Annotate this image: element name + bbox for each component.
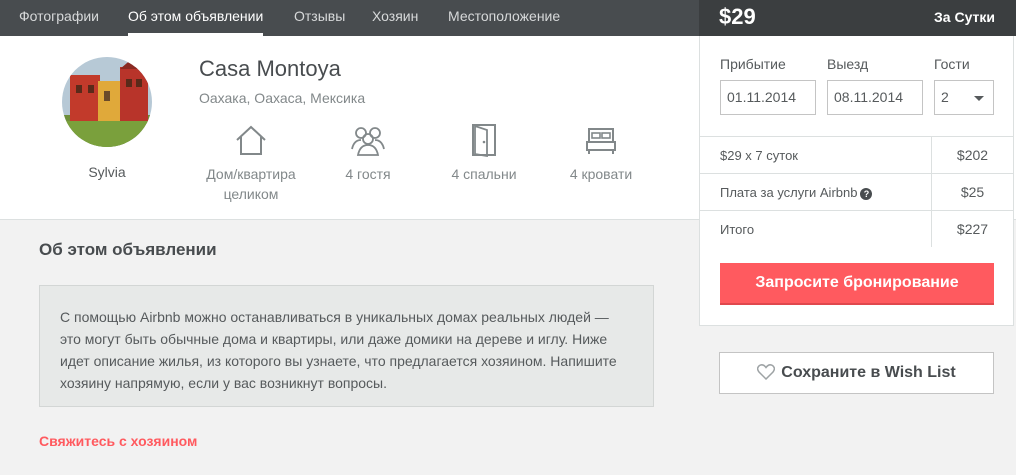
feature-bedrooms: 4 спальни: [429, 123, 539, 184]
about-description: С помощью Airbnb можно останавливаться в…: [39, 285, 654, 407]
price-row-label: Плата за услуги Airbnb: [720, 185, 858, 200]
feature-label: Дом/квартира целиком: [206, 166, 296, 202]
about-heading: Об этом объявлении: [39, 240, 217, 259]
price-row-nights: $29 x 7 суток $202: [700, 136, 1013, 173]
price-row-service-fee: Плата за услуги Airbnb? $25: [700, 173, 1013, 210]
house-icon: [236, 125, 266, 155]
tab-about[interactable]: Об этом объявлении: [128, 0, 264, 36]
guests-select[interactable]: 2: [934, 80, 994, 115]
feature-label: 4 спальни: [451, 166, 517, 182]
tab-location[interactable]: Местоположение: [448, 0, 560, 36]
feature-room-type: Дом/квартира целиком: [196, 123, 306, 204]
price-row-total: Итого $227: [700, 210, 1013, 247]
chevron-down-icon: [974, 96, 984, 101]
feature-beds: 4 кровати: [546, 123, 656, 184]
contact-host-link[interactable]: Свяжитесь с хозяином: [39, 433, 197, 449]
checkout-input[interactable]: 08.11.2014: [827, 80, 923, 115]
price-header: $29 За Сутки: [699, 0, 1016, 36]
host-name[interactable]: Sylvia: [62, 164, 152, 180]
listing-location[interactable]: Оахака, Оахаса, Мексика: [199, 90, 365, 106]
listing-title: Casa Montoya: [199, 56, 341, 81]
door-icon: [472, 124, 496, 157]
tab-reviews[interactable]: Отзывы: [294, 0, 345, 36]
checkout-label: Выезд: [827, 56, 869, 72]
heart-icon: [757, 364, 776, 380]
help-icon[interactable]: ?: [860, 188, 873, 200]
price-period: За Сутки: [934, 9, 995, 25]
tab-photos[interactable]: Фотографии: [19, 0, 99, 36]
guests-value: 2: [941, 89, 949, 105]
price-row-label: $29 x 7 суток: [720, 148, 798, 163]
bed-icon: [586, 128, 616, 154]
price-row-value: $25: [931, 174, 1013, 210]
request-booking-button[interactable]: Запросите бронирование: [720, 263, 994, 305]
price-row-value: $227: [931, 211, 1013, 247]
booking-panel: Прибытие Выезд Гости 01.11.2014 08.11.20…: [699, 36, 1014, 326]
tab-host[interactable]: Хозяин: [372, 0, 418, 36]
price-row-label: Итого: [720, 222, 755, 237]
save-wishlist-button[interactable]: Сохраните в Wish List: [719, 352, 994, 394]
host-avatar[interactable]: [62, 57, 152, 147]
feature-guests: 4 гостя: [313, 123, 423, 184]
nightly-price: $29: [719, 4, 756, 29]
feature-label: 4 гостя: [345, 166, 391, 182]
wishlist-label: Сохраните в Wish List: [781, 364, 956, 381]
guests-icon: [351, 127, 385, 156]
guests-label: Гости: [934, 56, 970, 72]
price-row-value: $202: [931, 137, 1013, 173]
checkin-label: Прибытие: [720, 56, 786, 72]
feature-label: 4 кровати: [569, 166, 633, 182]
checkin-input[interactable]: 01.11.2014: [720, 80, 816, 115]
